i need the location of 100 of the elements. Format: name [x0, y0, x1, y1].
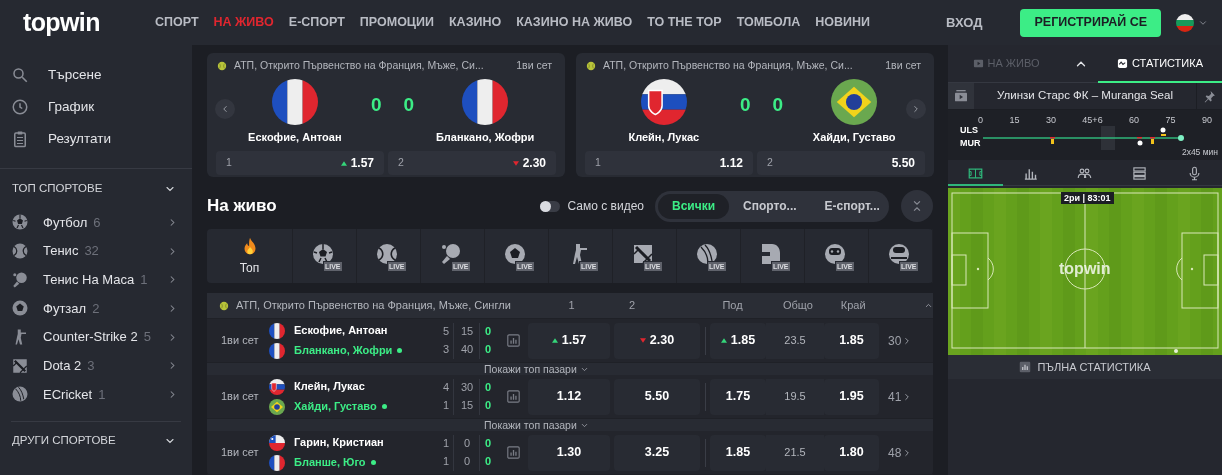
column-header: 2	[628, 298, 637, 314]
score-cell-text: 15	[459, 324, 475, 340]
score-cell-text: 30	[459, 380, 475, 396]
flag-icon	[640, 79, 687, 125]
nav-link[interactable]: ТО THE TOP	[647, 13, 722, 32]
search-icon	[11, 66, 29, 84]
more-markets-link[interactable]: 48	[888, 443, 913, 462]
tick-label: 30	[1045, 114, 1056, 127]
nav-link[interactable]: ПРОМОЦИИ	[359, 13, 434, 32]
tick-label: 0	[978, 114, 983, 127]
period-label: 1ви сет	[220, 389, 260, 405]
odds-button[interactable]: 1.80	[824, 434, 879, 471]
tennis-ball-icon	[217, 61, 227, 71]
odds-button[interactable]: 2.30	[614, 322, 700, 359]
tennis-ball-icon	[374, 242, 399, 266]
ball-icon	[11, 213, 29, 232]
sidebar-link[interactable]: График	[0, 91, 192, 123]
register-button[interactable]: РЕГИСТРИРАЙ СЕ	[1020, 8, 1161, 37]
more-markets-link[interactable]: 30	[888, 331, 913, 350]
video-toggle[interactable]	[539, 200, 560, 212]
player-name: Клейн, Лукас	[294, 379, 365, 395]
period-label: 1ви сет	[220, 333, 260, 349]
odds-button[interactable]: 2 2.30	[388, 151, 556, 175]
full-stats-button[interactable]: ПЪЛНА СТАТИСТИКА	[948, 355, 1222, 379]
team-code: ULS	[960, 124, 978, 137]
square-icon	[11, 356, 29, 375]
flag-icon	[269, 322, 285, 339]
sidebar-item[interactable]: Футбол 6	[0, 208, 192, 237]
nav-link[interactable]: ТОМБОЛА	[736, 13, 801, 32]
panel-tab[interactable]: СТАТИСТИКА	[1098, 45, 1222, 82]
player-name: Гарин, Кристиан	[294, 435, 384, 451]
sidebar-item[interactable]: Футзал 2	[0, 294, 192, 323]
show-markets-link[interactable]: Покажи топ пазари	[484, 419, 589, 431]
sidebar-link[interactable]: Търсене	[0, 59, 192, 91]
odds-button[interactable]: 1 1.57	[216, 151, 384, 175]
odds-button[interactable]: 1.12	[528, 378, 610, 415]
period-label: 1ви сет	[885, 58, 921, 74]
score-cell-text: 0	[483, 324, 493, 340]
clock-icon	[11, 98, 29, 116]
stats-icon	[1019, 361, 1032, 373]
flag-icon	[271, 79, 318, 125]
odds-button[interactable]: 1.75	[710, 378, 766, 415]
team-name: Клейн, Лукас	[628, 130, 700, 145]
chevron-icon	[911, 104, 921, 114]
score-cell-text: 15	[459, 398, 475, 414]
login-button[interactable]: ВХОД	[946, 12, 983, 33]
score-cell-text: 0	[483, 436, 493, 452]
odds-button[interactable]: 1 1.12	[585, 151, 753, 175]
score-cell-text: 1	[441, 436, 450, 452]
column-header: Под	[721, 298, 744, 314]
segment-tab[interactable]: Е-спорт...	[810, 193, 894, 219]
player-name: Бланкано, Жофри	[294, 343, 393, 359]
odds-button[interactable]: 1.95	[824, 378, 879, 415]
more-markets-link[interactable]: 41	[888, 387, 913, 406]
sidebar-item[interactable]: Dota 2 3	[0, 351, 192, 381]
score-cell-text: 0	[462, 436, 472, 452]
score-cell-text: 0	[483, 398, 493, 414]
segment-tab[interactable]: Всички	[658, 193, 730, 219]
nav-link[interactable]: КАЗИНО НА ЖИВО	[516, 13, 633, 32]
odds-button[interactable]: 1.30	[528, 434, 610, 471]
show-markets-link[interactable]: Покажи топ пазари	[484, 363, 589, 375]
odds-button[interactable]: 1.85	[710, 434, 766, 471]
caret-icon	[924, 301, 933, 310]
tennis-ball-icon	[586, 61, 596, 71]
clipboard-icon	[11, 130, 29, 148]
cricket-ball-icon	[11, 385, 29, 404]
score: 0	[403, 93, 415, 117]
score: 0	[371, 93, 382, 117]
odds-button[interactable]: 3.25	[614, 434, 700, 471]
up-arrow-icon	[551, 338, 558, 343]
pitch-icon	[967, 165, 983, 181]
sidebar-item[interactable]: Тенис 32	[0, 236, 192, 266]
section-toggle[interactable]: ДРУГИ СПОРТОВЕ	[0, 421, 192, 460]
up-arrow-icon	[720, 338, 727, 343]
stats-icon	[507, 446, 520, 459]
nav-link[interactable]: СПОРТ	[155, 13, 199, 32]
collapse-button[interactable]	[901, 190, 933, 222]
odds-button[interactable]: 1.57	[528, 322, 610, 359]
logo[interactable]: topwin	[23, 10, 133, 35]
tick-label: 15	[1009, 114, 1020, 127]
sport-filter-button[interactable]: Топ	[207, 229, 293, 283]
video-button[interactable]	[948, 83, 974, 109]
nav-link[interactable]: КАЗИНО	[448, 13, 502, 32]
ball-icon	[502, 242, 527, 266]
score-cell-text: 0	[483, 342, 493, 358]
score-cell-text: 1	[441, 454, 450, 470]
odds-button[interactable]: 5.50	[614, 378, 700, 415]
odds-button[interactable]: 1.85	[824, 322, 879, 359]
odds-button[interactable]: 1.85	[710, 322, 766, 359]
sidebar-item[interactable]: Тенис На Маса 1	[0, 265, 192, 295]
sidebar-item[interactable]: ECricket 1	[0, 380, 192, 409]
nav-link[interactable]: НОВИНИ	[815, 13, 871, 32]
odds-button[interactable]: 2 5.50	[757, 151, 925, 175]
sidebar-link[interactable]: Резултати	[0, 123, 192, 155]
nav-link[interactable]: Е-СПОРТ	[288, 13, 345, 32]
sidebar-item[interactable]: Counter-Strike 2 5	[0, 322, 192, 352]
section-toggle[interactable]: ТОП СПОРТОВЕ	[0, 170, 192, 208]
segment-tab[interactable]: Спорто...	[729, 193, 811, 219]
section-title: На живо	[207, 195, 277, 218]
tick-label: 60	[1129, 114, 1140, 127]
